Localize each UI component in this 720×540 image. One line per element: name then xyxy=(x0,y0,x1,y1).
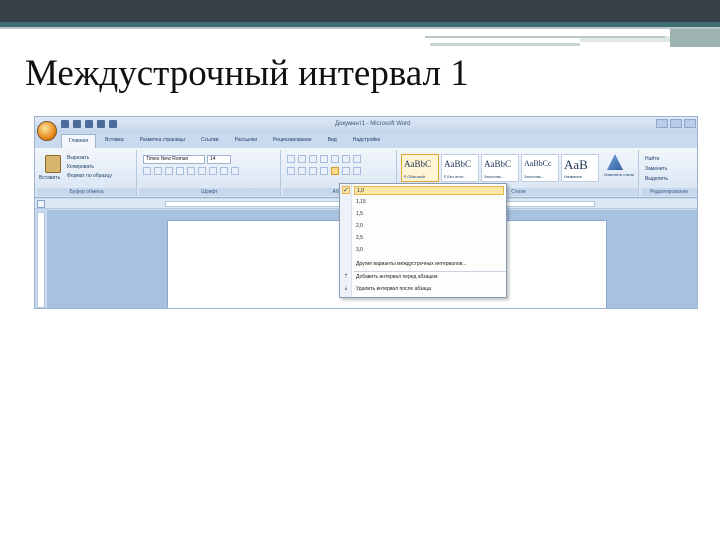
increase-indent-icon[interactable] xyxy=(331,155,339,163)
title-bar: Документ1 - Microsoft Word xyxy=(35,117,697,133)
line-spacing-icon[interactable] xyxy=(331,167,339,175)
save-icon[interactable] xyxy=(61,120,69,128)
decrease-indent-icon[interactable] xyxy=(320,155,328,163)
add-space-before-icon: ⇡ xyxy=(343,274,349,280)
line-spacing-option[interactable]: 1,5 xyxy=(354,210,504,219)
tab-selector[interactable] xyxy=(37,200,45,208)
replace-button[interactable]: Заменить xyxy=(645,164,668,174)
pilcrow-icon[interactable] xyxy=(353,155,361,163)
remove-space-after-option[interactable]: Удалить интервал после абзаца xyxy=(354,285,504,294)
tab-mailings[interactable]: Рассылки xyxy=(228,134,264,148)
tab-addins[interactable]: Надстройки xyxy=(346,134,387,148)
window-title: Документ1 - Microsoft Word xyxy=(335,121,411,127)
font-color-icon[interactable] xyxy=(231,167,239,175)
clipboard-commands: Вырезать Копировать Формат по образцу xyxy=(67,154,112,181)
multilevel-list-icon[interactable] xyxy=(309,155,317,163)
add-space-before-option[interactable]: Добавить интервал перед абзацем xyxy=(354,273,504,282)
style-normal[interactable]: AaBbC ¶ Обычный xyxy=(401,154,439,182)
sort-icon[interactable] xyxy=(342,155,350,163)
paste-icon[interactable] xyxy=(45,155,61,173)
line-spacing-option[interactable]: 2,0 xyxy=(354,222,504,231)
tab-references[interactable]: Ссылки xyxy=(194,134,226,148)
remove-space-after-icon: ⇣ xyxy=(343,286,349,292)
format-painter-button[interactable]: Формат по образцу xyxy=(67,172,112,181)
editing-commands: Найти Заменить Выделить xyxy=(645,154,668,184)
highlight-icon[interactable] xyxy=(220,167,228,175)
italic-icon[interactable] xyxy=(154,167,162,175)
find-button[interactable]: Найти xyxy=(645,154,668,164)
slide-accent-line xyxy=(0,27,720,29)
style-no-spacing[interactable]: AaBbC ¶ Без инте... xyxy=(441,154,479,182)
qat-customize-icon[interactable] xyxy=(109,120,117,128)
window-controls xyxy=(656,119,696,128)
other-line-spacing-options[interactable]: Другие варианты междустрочных интервалов… xyxy=(354,260,504,269)
tab-view[interactable]: Вид xyxy=(321,134,344,148)
font-name-box[interactable]: Times New Roman xyxy=(143,155,205,164)
font-size-box[interactable]: 14 xyxy=(207,155,231,164)
style-heading-1[interactable]: AaBbC Заголово... xyxy=(481,154,519,182)
close-button[interactable] xyxy=(684,119,696,128)
change-styles-button[interactable]: Изменить стили xyxy=(601,172,637,177)
paragraph-buttons-top xyxy=(287,155,361,163)
undo-icon[interactable] xyxy=(73,120,81,128)
strikethrough-icon[interactable] xyxy=(176,167,184,175)
font-group: Times New Roman 14 Шрифт xyxy=(139,150,281,196)
group-label: Редактирование xyxy=(641,188,697,196)
slide-decoration-line xyxy=(425,36,665,38)
maximize-button[interactable] xyxy=(670,119,682,128)
borders-icon[interactable] xyxy=(353,167,361,175)
subscript-icon[interactable] xyxy=(187,167,195,175)
minimize-button[interactable] xyxy=(656,119,668,128)
change-case-icon[interactable] xyxy=(209,167,217,175)
style-heading-2[interactable]: AaBbCc Заголово... xyxy=(521,154,559,182)
slide-top-bar xyxy=(0,0,720,22)
cut-button[interactable]: Вырезать xyxy=(67,154,112,163)
style-title[interactable]: AaB Название xyxy=(561,154,599,182)
quick-access-toolbar xyxy=(61,120,117,128)
change-styles-icon[interactable] xyxy=(607,154,623,170)
vertical-ruler xyxy=(37,212,45,308)
word-window: Документ1 - Microsoft Word Главная Встав… xyxy=(34,116,698,309)
font-format-buttons xyxy=(143,167,239,175)
align-center-icon[interactable] xyxy=(298,167,306,175)
align-left-icon[interactable] xyxy=(287,167,295,175)
tab-review[interactable]: Рецензирование xyxy=(266,134,319,148)
menu-separator xyxy=(354,271,506,272)
editing-group: Найти Заменить Выделить Редактирование xyxy=(641,150,697,196)
slide-title: Междустрочный интервал 1 xyxy=(25,53,469,94)
line-spacing-option[interactable]: 1,0 xyxy=(354,186,504,195)
line-spacing-option[interactable]: 2,5 xyxy=(354,234,504,243)
slide-decoration-block xyxy=(670,29,720,47)
ribbon-tabs: Главная Вставка Разметка страницы Ссылки… xyxy=(61,134,387,148)
slide-decoration-line xyxy=(430,43,580,46)
align-right-icon[interactable] xyxy=(309,167,317,175)
line-spacing-menu: ✓ 1,0 1,15 1,5 2,0 2,5 3,0 Другие вариан… xyxy=(339,183,507,298)
check-icon: ✓ xyxy=(342,186,350,194)
paste-button[interactable]: Вставить xyxy=(39,175,60,181)
superscript-icon[interactable] xyxy=(198,167,206,175)
print-icon[interactable] xyxy=(97,120,105,128)
group-label: Буфер обмена xyxy=(37,188,136,196)
underline-icon[interactable] xyxy=(165,167,173,175)
group-label: Шрифт xyxy=(139,188,280,196)
clipboard-group: Вставить Вырезать Копировать Формат по о… xyxy=(37,150,137,196)
bold-icon[interactable] xyxy=(143,167,151,175)
paragraph-buttons-bottom xyxy=(287,167,361,175)
shading-icon[interactable] xyxy=(342,167,350,175)
select-button[interactable]: Выделить xyxy=(645,174,668,184)
tab-insert[interactable]: Вставка xyxy=(98,134,131,148)
numbering-icon[interactable] xyxy=(298,155,306,163)
tab-page-layout[interactable]: Разметка страницы xyxy=(133,134,192,148)
redo-icon[interactable] xyxy=(85,120,93,128)
justify-icon[interactable] xyxy=(320,167,328,175)
line-spacing-option[interactable]: 1,15 xyxy=(354,198,504,207)
line-spacing-option[interactable]: 3,0 xyxy=(354,246,504,255)
copy-button[interactable]: Копировать xyxy=(67,163,112,172)
tab-home[interactable]: Главная xyxy=(61,134,97,148)
bullets-icon[interactable] xyxy=(287,155,295,163)
office-button[interactable] xyxy=(37,121,57,141)
